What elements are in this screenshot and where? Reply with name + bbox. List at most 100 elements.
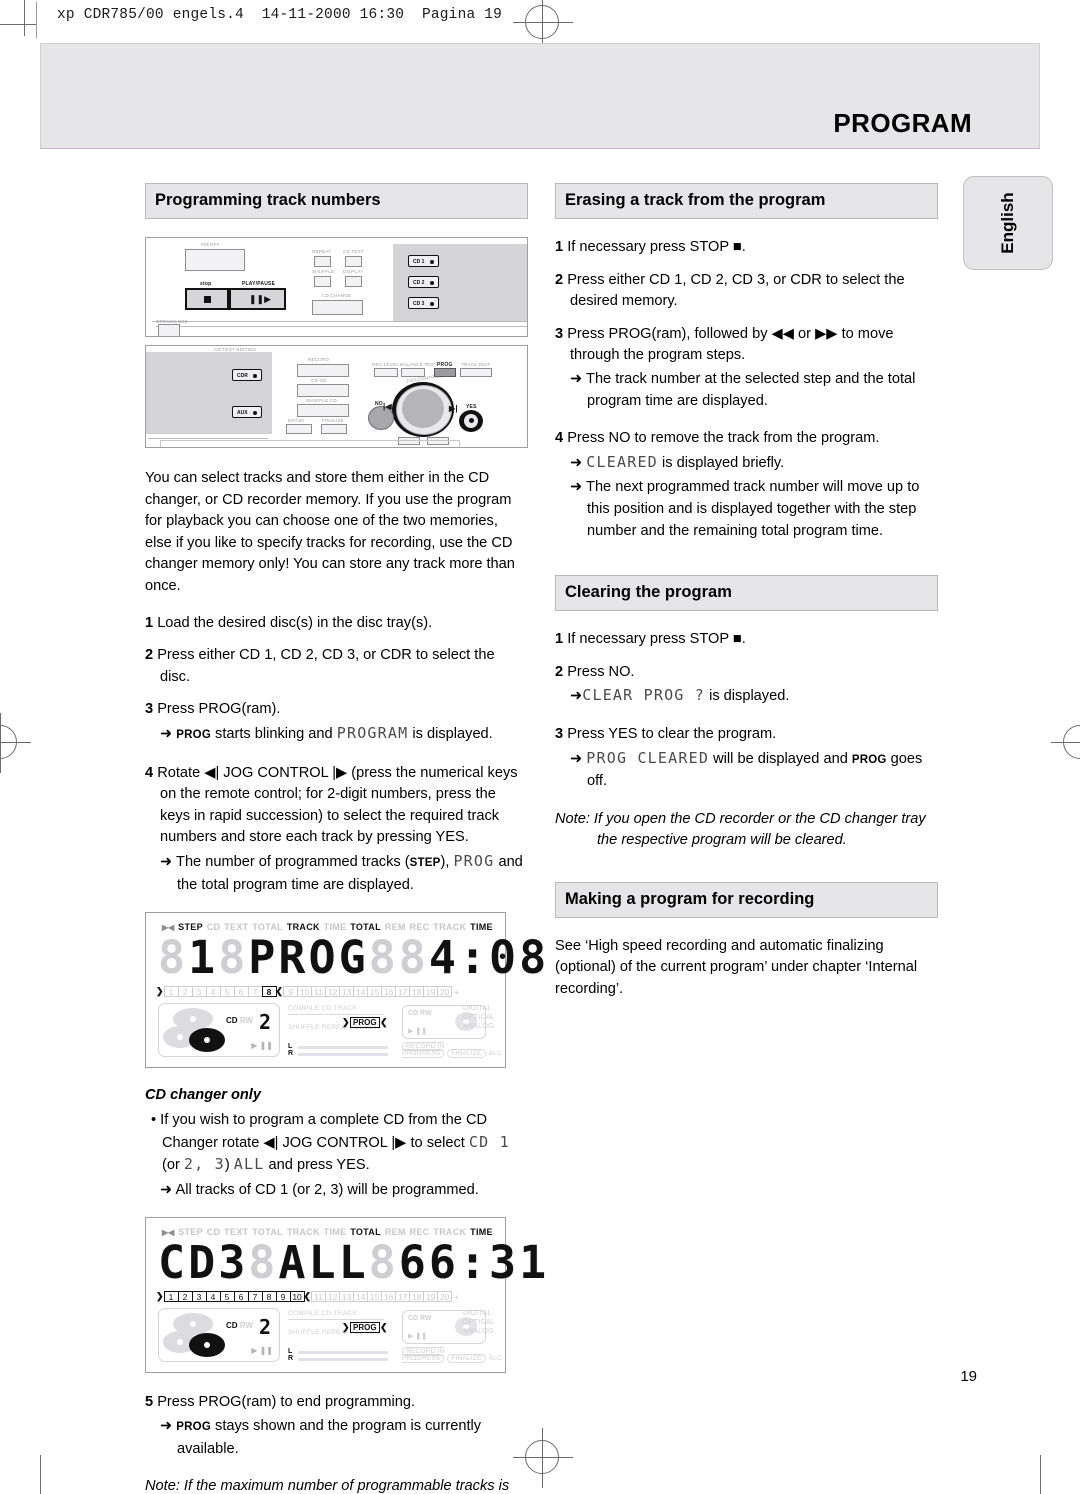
crop-line-top — [0, 24, 36, 25]
lcd-display-cd3-all: ▶◀ STEP CD TEXT TOTAL TRACK TIME TOTAL R… — [145, 1217, 550, 1374]
track-marker-right: ❮ — [275, 986, 284, 997]
lcd-display-program: ▶◀ STEP CD TEXT TOTAL TRACK TIME TOTAL R… — [145, 912, 550, 1069]
registration-mark-right — [1051, 725, 1080, 759]
track-number-cell: 13 — [339, 986, 355, 998]
track-number-cell: 16 — [381, 986, 397, 998]
track-number-cell: 3 — [191, 986, 207, 998]
track-number-cell: 2 — [177, 1291, 193, 1303]
track-number-cell: 10 — [297, 986, 313, 998]
illustration-front-panel-top: ON/OFF stop PLAY/PAUSE ❚❚▶ REPEAT CD TEX… — [145, 237, 528, 337]
lcd1-track-row: ❯ 1 2 3 4 5 6 7 8 ❮ 9 10 11 12 13 14 15 16 17 18 19 20 + — [154, 986, 497, 998]
clear-step-1: 1 If necessary press STOP ■. — [555, 631, 746, 648]
lcd2-lower-indicators: CD RW 2 ▶ ❚❚ COMPILE CD TRACK SHUFFLE RE… — [154, 1306, 502, 1364]
intro-paragraph: You can select tracks and store them eit… — [145, 470, 515, 594]
step-5-result: ➜ PROG stays shown and the program is cu… — [160, 1418, 482, 1457]
registration-mark-left — [0, 713, 31, 773]
page-title: PROGRAM — [833, 108, 972, 138]
heading-making-program-recording: Making a program for recording — [555, 881, 938, 918]
lcd1-cdrw-label: CD RW — [226, 1016, 253, 1026]
track-number-cell: 11 — [311, 986, 327, 998]
track-number-cell: 9 — [275, 1291, 291, 1303]
title-band-left-edge — [40, 43, 41, 149]
track-number-cell: 15 — [367, 986, 383, 998]
erase-step-4-result-b: ➜ The next programmed track number will … — [570, 479, 920, 539]
track-number-cell: 17 — [395, 986, 411, 998]
recording-body: See ‘High speed recording and automatic … — [555, 937, 918, 998]
lcd1-lr-label: LR — [288, 1043, 294, 1058]
erase-step-3-result: ➜ The track number at the selected step … — [570, 370, 916, 409]
track-number-cell: 6 — [233, 1291, 249, 1303]
illustration-front-panel-bottom: CD TEXT EDITING CDR AUX RECORD CD-SD SHU… — [145, 345, 528, 448]
track-number-cell: 1 — [163, 1291, 179, 1303]
clear-step-2: 2 Press NO. — [555, 663, 635, 680]
track-marker-left: ❯ — [156, 986, 164, 997]
erase-step-4-result-a: ➜ CLEARED is displayed briefly. — [570, 452, 785, 471]
lcd1-source-labels: DIGITAL OPTICAL ANALOG — [462, 1005, 495, 1031]
lcd2-track-row: ❯ 1 2 3 4 5 6 7 8 9 10 ❮ 11 12 13 14 15 16 17 18 19 20 + — [154, 1291, 497, 1303]
step-2: 2 Press either CD 1, CD 2, CD 3, or CDR … — [145, 647, 495, 685]
clear-step-2-result: ➜CLEAR PROG ? is displayed. — [570, 686, 790, 705]
crop-line-left — [24, 0, 25, 36]
cd-changer-result: ➜ All tracks of CD 1 (or 2, 3) will be p… — [160, 1181, 479, 1198]
lcd1-segment-text: 818PROG884:08 — [158, 931, 550, 985]
track-number-cell: 5 — [219, 1291, 235, 1303]
track-number-cell: 14 — [353, 986, 369, 998]
track-number-cell: 1 — [163, 986, 179, 998]
erase-step-3: 3 Press PROG(ram), followed by ◀◀ or ▶▶ … — [555, 325, 894, 364]
track-number-cell: 8 — [261, 1291, 277, 1303]
note-program-full: Note: If the maximum number of programma… — [145, 1478, 510, 1494]
registration-mark-bottom — [513, 1428, 573, 1488]
track-number-cell: 19 — [423, 1291, 439, 1303]
page-number: 19 — [960, 1368, 977, 1385]
cd-changer-only-heading: CD changer only — [145, 1087, 261, 1104]
lcd1-disc-group: CD RW 2 ▶ ❚❚ — [158, 1003, 280, 1058]
track-plus-indicator: + — [454, 986, 460, 997]
lcd1-status-labels: RECORD IN PROGRESS FINALIZE ALC — [402, 1042, 502, 1059]
track-number-cell: 10 — [289, 1291, 305, 1303]
erase-step-4: 4 Press NO to remove the track from the … — [555, 430, 880, 447]
track-number-cell: 16 — [381, 1291, 397, 1303]
lcd2-cdrw-label: CD RW — [226, 1321, 253, 1331]
track-marker-left: ❯ — [156, 1291, 164, 1302]
track-number-cell: 15 — [367, 1291, 383, 1303]
lcd1-lower-indicators: CD RW 2 ▶ ❚❚ COMPILE CD TRACK SHUFFLE RE… — [154, 1001, 502, 1059]
lcd2-source-labels: DIGITAL OPTICAL ANALOG — [462, 1310, 495, 1336]
track-number-cell: 9 — [283, 986, 299, 998]
track-marker-right: ❮ — [303, 1291, 312, 1302]
lcd2-prog-indicator: PROG — [350, 1322, 380, 1334]
right-column: Erasing a track from the program 1 If ne… — [555, 183, 938, 1016]
track-number-cell: 14 — [353, 1291, 369, 1303]
lcd1-prog-indicator: PROG — [350, 1017, 380, 1029]
track-number-cell: 4 — [205, 986, 221, 998]
lcd2-status-labels: RECORD IN PROGRESS FINALIZE ALC — [402, 1347, 502, 1364]
track-number-cell: 12 — [325, 986, 341, 998]
step-4: 4 Rotate ◀| JOG CONTROL |▶ (press the nu… — [145, 764, 518, 846]
track-number-cell: 20 — [437, 986, 453, 998]
step-5: 5 Press PROG(ram) to end programming. — [145, 1394, 416, 1411]
language-tab-label: English — [998, 192, 1017, 254]
track-number-cell: 19 — [423, 986, 439, 998]
track-number-cell: 11 — [311, 1291, 327, 1303]
lcd1-disc-number: 2 — [258, 1010, 271, 1035]
clear-step-3-result: ➜ PROG CLEARED will be displayed and PRO… — [570, 748, 923, 790]
track-number-cell: 20 — [437, 1291, 453, 1303]
left-column: Programming track numbers ON/OFF stop PL… — [145, 183, 550, 1494]
lcd2-disc-group: CD RW 2 ▶ ❚❚ — [158, 1308, 280, 1363]
erase-step-2: 2 Press either CD 1, CD 2, CD 3, or CDR … — [555, 271, 905, 310]
track-number-cell: 5 — [219, 986, 235, 998]
track-number-cell: 17 — [395, 1291, 411, 1303]
lcd2-segment-text: CD38ALL866:31 — [158, 1236, 550, 1290]
track-number-cell: 7 — [247, 1291, 263, 1303]
track-number-cell: 2 — [177, 986, 193, 998]
heading-erasing-track: Erasing a track from the program — [555, 183, 938, 219]
heading-clearing-program: Clearing the program — [555, 575, 938, 612]
print-slug: xp CDR785/00 engels.4 14-11-2000 16:30 P… — [57, 7, 503, 23]
heading-programming-track-numbers: Programming track numbers — [145, 183, 528, 219]
track-number-cell: 4 — [205, 1291, 221, 1303]
title-band-rule — [40, 148, 1040, 149]
track-number-cell: 6 — [233, 986, 249, 998]
track-number-cell: 7 — [247, 986, 263, 998]
crop-line-bottom-right — [1040, 1455, 1041, 1494]
language-tab: English — [963, 176, 1053, 270]
lcd2-disc-number: 2 — [258, 1315, 271, 1340]
